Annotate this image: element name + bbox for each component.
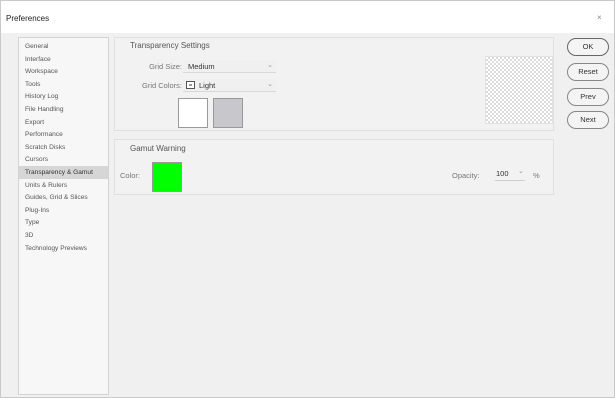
sidebar-item-general[interactable]: General	[19, 40, 108, 53]
preferences-content: Transparency Settings Grid Size: Medium …	[109, 37, 559, 395]
chevron-down-icon: ⌄	[267, 62, 273, 69]
sidebar-item-3d[interactable]: 3D	[19, 229, 108, 242]
grid-colors-label: Grid Colors:	[141, 81, 182, 90]
sidebar-item-tools[interactable]: Tools	[19, 78, 108, 91]
sidebar-item-workspace[interactable]: Workspace	[19, 65, 108, 78]
chevron-down-icon: ⌄	[518, 168, 524, 175]
sidebar-item-transparency-gamut[interactable]: Transparency & Gamut	[19, 166, 108, 179]
grid-colors-dropdown[interactable]: Light ⌄	[183, 79, 276, 92]
transparency-settings-group: Transparency Settings Grid Size: Medium …	[114, 37, 554, 131]
sidebar-item-technology-previews[interactable]: Technology Previews	[19, 242, 108, 255]
sidebar-item-guides-grid-slices[interactable]: Guides, Grid & Slices	[19, 191, 108, 204]
grid-colors-value: Light	[199, 81, 216, 90]
gamut-color-swatch[interactable]	[152, 162, 182, 192]
sidebar-item-scratch-disks[interactable]: Scratch Disks	[19, 141, 108, 154]
grid-size-value: Medium	[188, 62, 215, 71]
sidebar-item-export[interactable]: Export	[19, 116, 108, 129]
sidebar-item-plug-ins[interactable]: Plug-Ins	[19, 204, 108, 217]
next-button[interactable]: Next	[567, 111, 609, 129]
opacity-value: 100	[496, 169, 509, 178]
window-title: Preferences	[6, 14, 50, 23]
transparency-preview	[485, 56, 553, 124]
opacity-unit: %	[533, 171, 540, 180]
sidebar-item-history-log[interactable]: History Log	[19, 90, 108, 103]
gamut-color-label: Color:	[120, 171, 141, 180]
gamut-warning-group: Gamut Warning Color: Opacity: 100 ⌄ %	[114, 139, 554, 195]
reset-button[interactable]: Reset	[567, 63, 609, 81]
transparency-settings-title: Transparency Settings	[130, 41, 210, 50]
close-icon[interactable]: ×	[597, 13, 602, 22]
prev-button[interactable]: Prev	[567, 88, 609, 106]
opacity-field[interactable]: 100 ⌄	[495, 168, 525, 181]
sidebar-item-file-handling[interactable]: File Handling	[19, 103, 108, 116]
sidebar-item-interface[interactable]: Interface	[19, 53, 108, 66]
grid-size-dropdown[interactable]: Medium ⌄	[183, 60, 276, 73]
preferences-sidebar: General Interface Workspace Tools History Lo…	[18, 37, 109, 395]
opacity-label: Opacity:	[452, 171, 480, 180]
ok-button[interactable]: OK	[567, 38, 609, 56]
grid-size-label: Grid Size:	[149, 62, 182, 71]
grid-color-swatch-light[interactable]	[178, 98, 208, 128]
gamut-warning-title: Gamut Warning	[130, 144, 186, 153]
sidebar-item-units-rulers[interactable]: Units & Rulers	[19, 179, 108, 192]
sidebar-item-performance[interactable]: Performance	[19, 128, 108, 141]
chevron-down-icon: ⌄	[267, 81, 273, 88]
sidebar-item-type[interactable]: Type	[19, 216, 108, 229]
title-bar: Preferences ×	[1, 1, 614, 33]
preferences-window: Preferences × General Interface Workspace T…	[0, 0, 615, 398]
grid-color-swatch-dark[interactable]	[213, 98, 243, 128]
sidebar-item-cursors[interactable]: Cursors	[19, 153, 108, 166]
grid-color-swatch-icon	[186, 81, 195, 89]
